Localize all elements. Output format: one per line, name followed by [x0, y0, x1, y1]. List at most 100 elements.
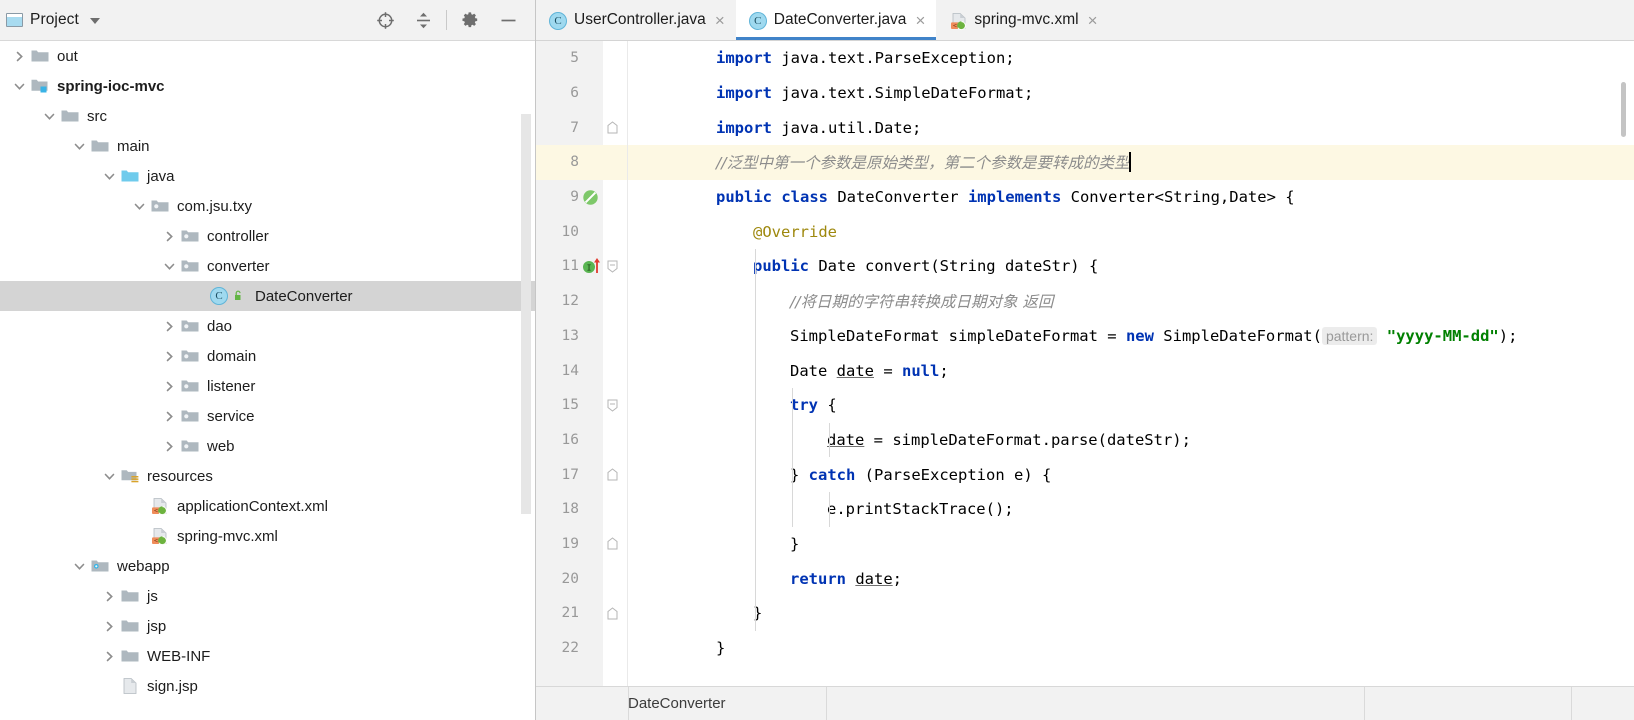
tree-item-label: controller [207, 227, 269, 245]
folder-icon [60, 106, 80, 126]
tree-item-main[interactable]: main [0, 131, 535, 161]
chevron-collapsed-icon[interactable] [158, 431, 180, 461]
tree-item-converter[interactable]: converter [0, 251, 535, 281]
spring-xml-icon: < [949, 11, 967, 31]
code-line[interactable]: SimpleDateFormat simpleDateFormat = new … [628, 319, 1634, 354]
close-icon[interactable]: × [715, 12, 725, 29]
fold-fold-end-icon[interactable] [604, 527, 620, 562]
code-line[interactable]: Date date = null; [628, 353, 1634, 388]
tree-item-applicationcontext-xml[interactable]: < applicationContext.xml [0, 491, 535, 521]
tree-item-web-inf[interactable]: WEB-INF [0, 641, 535, 671]
project-title-group[interactable]: Project [6, 11, 100, 29]
code-line[interactable]: return date; [628, 561, 1634, 596]
fold-fold-end-icon[interactable] [604, 457, 620, 492]
code-line[interactable]: //泛型中第一个参数是原始类型，第二个参数是要转成的类型 [628, 145, 1634, 180]
minimize-icon[interactable] [489, 5, 527, 35]
tree-item-dateconverter[interactable]: C DateConverter [0, 281, 535, 311]
chevron-expanded-icon[interactable] [158, 251, 180, 281]
tree-item-spring-mvc-xml[interactable]: < spring-mvc.xml [0, 521, 535, 551]
chevron-expanded-icon[interactable] [8, 71, 30, 101]
project-tree[interactable]: out spring-ioc-mvc src main java com.jsu.txy c… [0, 41, 535, 720]
scrollbar-thumb[interactable] [1621, 82, 1626, 137]
code-line[interactable]: } catch (ParseException e) { [628, 457, 1634, 492]
tree-item-spring-ioc-mvc[interactable]: spring-ioc-mvc [0, 71, 535, 101]
close-icon[interactable]: × [915, 12, 925, 29]
code-token: Converter<String,Date> { [1061, 188, 1295, 207]
tree-item-service[interactable]: service [0, 401, 535, 431]
tree-item-java[interactable]: java [0, 161, 535, 191]
chevron-collapsed-icon[interactable] [158, 401, 180, 431]
code-token: import [716, 49, 772, 68]
breadcrumb-class[interactable]: DateConverter [628, 695, 726, 712]
tree-item-label: spring-ioc-mvc [57, 77, 165, 95]
code-line[interactable]: } [628, 596, 1634, 631]
tree-item-domain[interactable]: domain [0, 341, 535, 371]
collapse-all-icon[interactable] [404, 5, 442, 35]
tree-item-label: src [87, 107, 107, 125]
gear-icon[interactable] [451, 5, 489, 35]
code-line[interactable]: @Override [628, 214, 1634, 249]
tree-item-src[interactable]: src [0, 101, 535, 131]
code-line[interactable]: import java.util.Date; [628, 110, 1634, 145]
line-number: 14 [561, 362, 579, 379]
code-token: java.text.SimpleDateFormat; [772, 84, 1034, 103]
chevron-expanded-icon[interactable] [98, 161, 120, 191]
chevron-expanded-icon[interactable] [38, 101, 60, 131]
code-line[interactable]: public class DateConverter implements Co… [628, 180, 1634, 215]
chevron-collapsed-icon[interactable] [158, 341, 180, 371]
chevron-expanded-icon[interactable] [98, 461, 120, 491]
fold-fold-open-icon[interactable] [604, 388, 620, 423]
tree-item-sign-jsp[interactable]: sign.jsp [0, 671, 535, 701]
chevron-collapsed-icon[interactable] [158, 221, 180, 251]
fold-fold-open-icon[interactable] [604, 249, 620, 284]
code-line[interactable]: public Date convert(String dateStr) { [628, 249, 1634, 284]
tree-item-web[interactable]: web [0, 431, 535, 461]
editor-scrollbar[interactable] [1621, 82, 1633, 137]
chevron-collapsed-icon[interactable] [98, 641, 120, 671]
fold-fold-end-icon[interactable] [604, 596, 620, 631]
code-line[interactable]: try { [628, 388, 1634, 423]
code-editor[interactable]: 5 6 7 8 9 10 11 I 12 13 14 15 16 17 18 19 20 21 22 import … [536, 41, 1634, 686]
tree-item-label: WEB-INF [147, 647, 211, 665]
locate-icon[interactable] [366, 5, 404, 35]
project-tree-scrollbar[interactable] [521, 114, 531, 514]
chevron-collapsed-icon[interactable] [98, 581, 120, 611]
code-token: @Override [753, 222, 837, 241]
chevron-collapsed-icon[interactable] [98, 611, 120, 641]
code-line[interactable]: date = simpleDateFormat.parse(dateStr); [628, 423, 1634, 458]
editor-tab-spring-mvc-xml[interactable]: < spring-mvc.xml × [936, 0, 1109, 40]
chevron-collapsed-icon[interactable] [158, 311, 180, 341]
tree-item-controller[interactable]: controller [0, 221, 535, 251]
tree-item-webapp[interactable]: webapp [0, 551, 535, 581]
bean-icon[interactable] [582, 180, 612, 215]
code-line[interactable]: } [628, 527, 1634, 562]
fold-fold-end-icon[interactable] [604, 110, 620, 145]
tree-item-dao[interactable]: dao [0, 311, 535, 341]
code-token: //泛型中第一个参数是原始类型，第二个参数是要转成的类型 [716, 154, 1130, 173]
tree-item-com-jsu-txy[interactable]: com.jsu.txy [0, 191, 535, 221]
editor-tab-dateconverter-java[interactable]: C DateConverter.java × [735, 0, 937, 40]
chevron-down-icon[interactable] [89, 18, 100, 24]
tree-item-listener[interactable]: listener [0, 371, 535, 401]
editor-gutter[interactable]: 5 6 7 8 9 10 11 I 12 13 14 15 16 17 18 19 20 21 22 [536, 41, 628, 686]
chevron-expanded-icon[interactable] [68, 551, 90, 581]
code-line[interactable]: e.printStackTrace(); [628, 492, 1634, 527]
chevron-collapsed-icon[interactable] [8, 41, 30, 71]
tree-item-out[interactable]: out [0, 41, 535, 71]
tree-item-jsp[interactable]: jsp [0, 611, 535, 641]
code-line[interactable]: } [628, 631, 1634, 666]
code-line[interactable]: import java.text.ParseException; [628, 41, 1634, 76]
chevron-expanded-icon[interactable] [128, 191, 150, 221]
code-token: Date [790, 361, 837, 380]
code-text-area[interactable]: import java.text.ParseException; import j… [628, 41, 1634, 686]
tree-item-js[interactable]: js [0, 581, 535, 611]
code-line[interactable]: //将日期的字符串转换成日期对象 返回 [628, 284, 1634, 319]
close-icon[interactable]: × [1088, 12, 1098, 29]
tree-item-resources[interactable]: resources [0, 461, 535, 491]
code-line[interactable]: import java.text.SimpleDateFormat; [628, 76, 1634, 111]
chevron-collapsed-icon[interactable] [158, 371, 180, 401]
chevron-expanded-icon[interactable] [68, 131, 90, 161]
editor-tab-usercontroller-java[interactable]: C UserController.java × [536, 0, 736, 40]
gutter-line: 13 [536, 319, 627, 354]
